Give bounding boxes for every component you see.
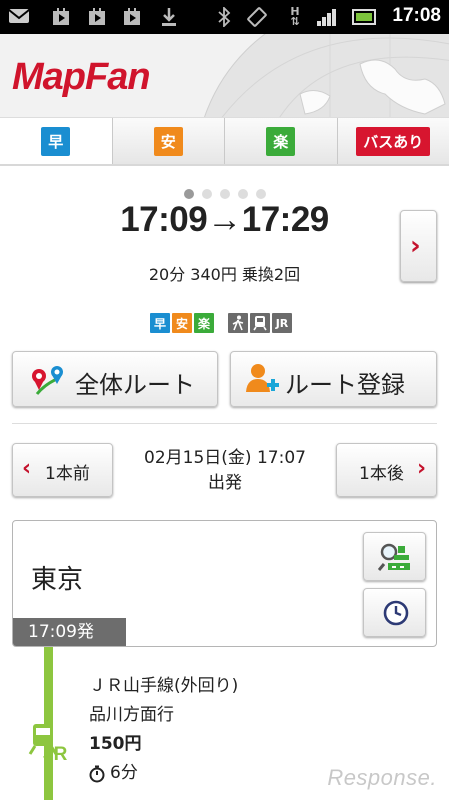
next-train-label: 1本後 — [359, 464, 404, 484]
status-bar: H ⇅ 17:08 — [0, 0, 449, 34]
register-route-button[interactable]: ルート登録 — [230, 351, 437, 407]
globe-map-graphic — [204, 34, 449, 117]
departure-time-tag: 17:09発 — [13, 618, 126, 646]
page-dot — [237, 189, 248, 199]
response-watermark: Response. — [327, 765, 437, 790]
tab-fastest[interactable]: 早 — [0, 118, 113, 164]
bluetooth-icon — [213, 5, 235, 29]
badge-easiest: 楽 — [194, 313, 214, 333]
tab-fastest-label: 早 — [41, 126, 71, 156]
badge-cheapest: 安 — [172, 313, 192, 333]
route-type-tabs: 早 安 楽 バスあり — [0, 118, 449, 166]
stopwatch-icon — [89, 765, 105, 782]
station-map-button[interactable] — [363, 532, 426, 581]
train-direction: 品川方面行 — [89, 705, 174, 725]
mail-icon — [8, 7, 30, 27]
page-dot — [201, 189, 212, 199]
train-icon — [250, 313, 270, 333]
mapfan-logo[interactable]: MapFan — [12, 56, 151, 99]
timetable-button[interactable] — [363, 588, 426, 637]
jr-label: JR — [43, 744, 68, 765]
tab-with-bus[interactable]: バスあり — [337, 118, 449, 164]
station-search-icon — [378, 543, 410, 571]
tab-cheapest-label: 安 — [153, 126, 183, 156]
badge-fastest: 早 — [150, 313, 170, 333]
play-store-icon — [121, 7, 143, 27]
divider — [12, 423, 437, 424]
page-dot-active — [183, 189, 194, 199]
segment-duration-row: 6分 — [89, 759, 238, 788]
tab-easiest-label: 楽 — [266, 126, 296, 156]
next-route-button[interactable]: › — [400, 210, 437, 282]
station-card: 東京 17:09発 — [12, 520, 437, 647]
battery-icon — [352, 7, 376, 27]
full-route-button[interactable]: 全体ルート — [12, 351, 218, 407]
app-header: MapFan — [0, 34, 449, 118]
route-time-range: 17:09→17:29 — [120, 200, 329, 239]
chevron-right-icon: › — [410, 231, 421, 261]
download-icon — [158, 7, 180, 27]
previous-train-button[interactable]: ‹ 1本前 — [12, 443, 113, 497]
tab-easiest[interactable]: 楽 — [225, 118, 338, 164]
status-time: 17:08 — [392, 5, 441, 26]
page-dot — [219, 189, 230, 199]
route-badges: 早 安 楽 JR — [150, 313, 292, 333]
departure-datetime: 02月15日(金) 17:07 出発 — [118, 446, 332, 496]
tab-cheapest[interactable]: 安 — [112, 118, 225, 164]
jr-icon: JR — [272, 313, 292, 333]
jr-train-icon: JR — [25, 720, 73, 772]
play-store-icon — [86, 7, 108, 27]
previous-train-label: 1本前 — [45, 464, 90, 484]
segment-duration: 6分 — [110, 763, 138, 783]
route-summary: 20分 340円 乗換2回 — [148, 265, 301, 284]
signal-icon — [316, 7, 338, 27]
segment-fare: 150円 — [89, 734, 142, 754]
hsdpa-icon: H ⇅ — [290, 5, 300, 28]
route-pin-icon — [32, 366, 63, 395]
train-segment-info: ＪＲ山手線(外回り) 品川方面行 150円 6分 — [89, 672, 238, 788]
next-train-button[interactable]: 1本後 › — [336, 443, 437, 497]
page-dot — [255, 189, 266, 199]
tab-with-bus-label: バスあり — [356, 126, 431, 156]
register-route-label: ルート登録 — [285, 371, 405, 399]
chevron-right-icon: › — [417, 456, 427, 481]
full-route-label: 全体ルート — [75, 371, 195, 399]
clock-icon — [383, 600, 409, 626]
add-user-icon — [246, 364, 279, 392]
screen-rotation-icon — [246, 7, 268, 27]
walk-icon — [228, 313, 248, 333]
departure-mode: 出発 — [208, 473, 242, 493]
line-name: ＪＲ山手線(外回り) — [89, 676, 239, 696]
station-name: 東京 — [31, 565, 84, 595]
play-store-icon — [50, 7, 72, 27]
chevron-left-icon: ‹ — [22, 456, 32, 481]
departure-date: 02月15日(金) 17:07 — [144, 448, 306, 468]
